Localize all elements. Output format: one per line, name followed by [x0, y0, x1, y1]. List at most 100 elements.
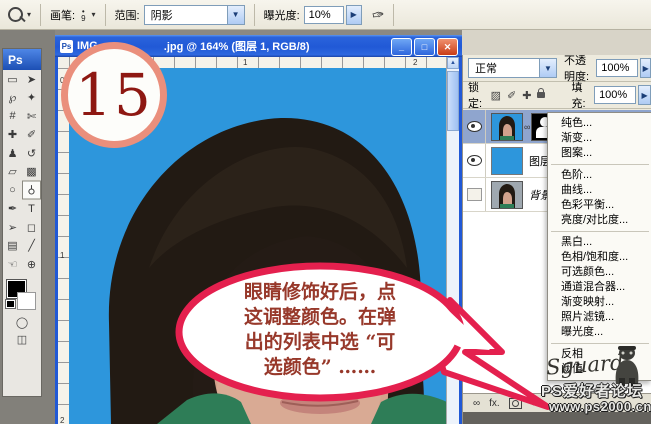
blend-mode-dropdown-icon[interactable]: ▼	[539, 59, 556, 77]
hand-tool[interactable]: ☜	[3, 255, 22, 274]
blend-mode-row: 正常 ▼ 不透明度: 100% ▶	[463, 55, 651, 82]
crop-tool[interactable]: #	[3, 107, 22, 126]
tool-options-bar: ▾ 画笔: •9 ▾ 范围: 阴影 ▼ 曝光度: 10% ▶ ✑	[0, 0, 651, 30]
menu-item-solid-color[interactable]: 纯色...	[548, 116, 651, 131]
scrollbar-thumb[interactable]	[447, 71, 459, 131]
app-background-topright	[462, 30, 651, 55]
healing-brush-tool[interactable]: ✚	[3, 126, 22, 145]
layer1-thumbnail[interactable]	[491, 113, 523, 141]
fill-label: 填充:	[571, 79, 591, 111]
fill-input[interactable]: 100%	[594, 86, 636, 104]
minimize-button[interactable]: _	[391, 38, 412, 56]
path-selection-tool[interactable]: ➢	[3, 218, 22, 237]
quick-mask-button[interactable]: ◯	[3, 314, 41, 331]
bubble-line: 眼睛修饰好后，点	[190, 280, 450, 305]
eye-empty-box	[467, 188, 482, 201]
separator	[393, 4, 394, 26]
scroll-up-icon[interactable]: ▲	[447, 57, 459, 69]
ruler-top-number: 1	[243, 58, 247, 67]
lock-row: 锁定: ▨ ✐ ✚ 填充: 100% ▶	[463, 82, 651, 109]
exposure-input[interactable]: 10%	[304, 6, 344, 24]
eye-icon	[467, 155, 482, 166]
gradient-tool[interactable]: ▩	[22, 163, 41, 182]
ruler-left-number: 1	[60, 251, 64, 260]
lock-transparency-icon[interactable]: ▨	[491, 89, 501, 102]
document-file-icon: Ps	[60, 40, 73, 53]
maximize-button[interactable]: □	[414, 38, 435, 56]
type-tool[interactable]: T	[22, 200, 41, 219]
blend-mode-select[interactable]: 正常 ▼	[468, 58, 557, 78]
menu-item-channel-mixer[interactable]: 通道混合器...	[548, 280, 651, 295]
airbrush-icon[interactable]: ✑	[370, 5, 386, 25]
photoshop-window: ▾ 画笔: •9 ▾ 范围: 阴影 ▼ 曝光度: 10% ▶ ✑ Ps ▭ ➤ …	[0, 0, 651, 424]
blur-tool[interactable]: ○	[3, 181, 22, 200]
lock-all-icon[interactable]	[537, 92, 545, 98]
dodge-tool-icon[interactable]	[8, 7, 23, 22]
menu-item-hue-saturation[interactable]: 色相/饱和度...	[548, 250, 651, 265]
color-swatches	[3, 278, 41, 314]
exposure-label: 曝光度:	[264, 7, 300, 23]
brush-chevron-icon[interactable]: ▾	[92, 10, 96, 19]
screen-mode-button[interactable]: ◫	[3, 331, 41, 348]
background-color-swatch[interactable]	[17, 292, 36, 310]
menu-item-selective-color[interactable]: 可选颜色...	[548, 265, 651, 280]
magic-wand-tool[interactable]: ✦	[22, 89, 41, 108]
background-thumbnail[interactable]	[491, 181, 523, 209]
brush-label: 画笔:	[50, 7, 75, 23]
menu-item-black-white[interactable]: 黑白...	[548, 235, 651, 250]
separator	[254, 4, 255, 26]
lasso-tool[interactable]: ℘	[3, 89, 22, 108]
opacity-slider-icon[interactable]: ▶	[640, 58, 651, 78]
step-number-badge: 15	[61, 42, 167, 148]
menu-item-gradient-map[interactable]: 渐变映射...	[548, 295, 651, 310]
rectangular-marquee-tool[interactable]: ▭	[3, 70, 22, 89]
eraser-tool[interactable]: ▱	[3, 163, 22, 182]
separator	[105, 4, 106, 26]
pen-tool[interactable]: ✒	[3, 200, 22, 219]
default-colors-icon[interactable]	[6, 300, 15, 308]
range-select[interactable]: 阴影 ▼	[144, 5, 245, 25]
blend-mode-value: 正常	[469, 60, 539, 76]
brush-size-preview[interactable]: •9	[81, 8, 85, 22]
eye-icon	[467, 121, 482, 132]
bubble-line: 这调整颜色。在弹	[190, 305, 450, 330]
tool-preset-chevron-icon[interactable]: ▾	[27, 10, 31, 19]
slice-tool[interactable]: ✄	[22, 107, 41, 126]
lock-pixels-icon[interactable]: ✐	[507, 89, 516, 102]
menu-item-levels[interactable]: 色阶...	[548, 168, 651, 183]
menu-item-pattern[interactable]: 图案...	[548, 146, 651, 161]
lock-position-icon[interactable]: ✚	[522, 89, 531, 102]
menu-separator	[551, 164, 649, 165]
zoom-tool[interactable]: ⊕	[22, 255, 41, 274]
range-dropdown-icon[interactable]: ▼	[227, 6, 244, 24]
exposure-slider-icon[interactable]: ▶	[346, 5, 362, 25]
history-brush-tool[interactable]: ↺	[22, 144, 41, 163]
menu-item-gradient[interactable]: 渐变...	[548, 131, 651, 146]
step-number: 15	[75, 61, 153, 129]
notes-tool[interactable]: ▤	[3, 237, 22, 256]
mask-link-icon: ∞	[524, 122, 530, 132]
bubble-line: 出的列表中选 “可	[190, 330, 450, 355]
move-tool[interactable]: ➤	[22, 70, 41, 89]
menu-item-exposure[interactable]: 曝光度...	[548, 325, 651, 340]
menu-item-brightness-contrast[interactable]: 亮度/对比度...	[548, 213, 651, 228]
menu-item-photo-filter[interactable]: 照片滤镜...	[548, 310, 651, 325]
visibility-toggle[interactable]	[463, 110, 486, 143]
layer2-thumbnail[interactable]	[491, 147, 523, 175]
brush-tool[interactable]: ✐	[22, 126, 41, 145]
visibility-toggle[interactable]	[463, 144, 486, 177]
menu-item-color-balance[interactable]: 色彩平衡...	[548, 198, 651, 213]
visibility-toggle[interactable]	[463, 178, 486, 211]
fill-slider-icon[interactable]: ▶	[638, 85, 651, 105]
close-button[interactable]: ✕	[437, 38, 458, 56]
eyedropper-tool[interactable]: ╱	[22, 237, 41, 256]
menu-item-curves[interactable]: 曲线...	[548, 183, 651, 198]
ruler-left-number: 2	[60, 416, 64, 424]
clone-stamp-tool[interactable]: ♟	[3, 144, 22, 163]
dodge-tool-selected[interactable]: ⚲	[22, 181, 41, 200]
shape-tool[interactable]: ◻	[22, 218, 41, 237]
watermark-url: www.ps2000.cn	[549, 399, 651, 414]
watermark-forum: PS爱好者论坛	[541, 380, 643, 401]
range-value: 阴影	[145, 7, 227, 23]
opacity-input[interactable]: 100%	[596, 59, 638, 77]
